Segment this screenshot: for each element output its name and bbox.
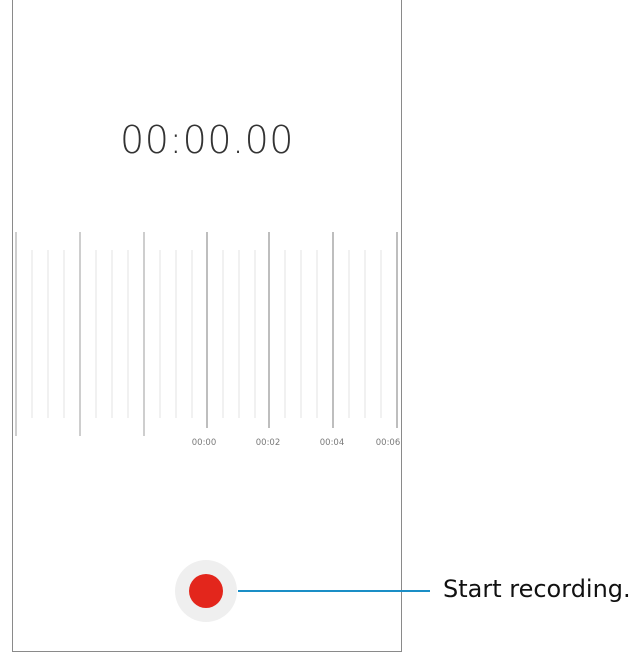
start-recording-button[interactable]: [175, 560, 237, 622]
timeline-tick-label-3: 00:06: [375, 438, 401, 448]
elapsed-time-display: 00:00.00: [120, 118, 294, 162]
timeline-grid: [15, 232, 398, 436]
timeline-tick-label-0: 00:00: [191, 438, 217, 448]
timeline-tick-label-1: 00:02: [255, 438, 281, 448]
record-dot-icon: [189, 574, 223, 608]
callout-label: Start recording.: [443, 575, 631, 603]
voice-recorder-screen: 00:00.00 00:00 00:02 00:04 00:06: [12, 0, 402, 652]
callout-leader-line: [238, 590, 430, 592]
recording-timeline: 00:00 00:02 00:04 00:06: [13, 232, 401, 462]
timeline-tick-label-2: 00:04: [319, 438, 345, 448]
